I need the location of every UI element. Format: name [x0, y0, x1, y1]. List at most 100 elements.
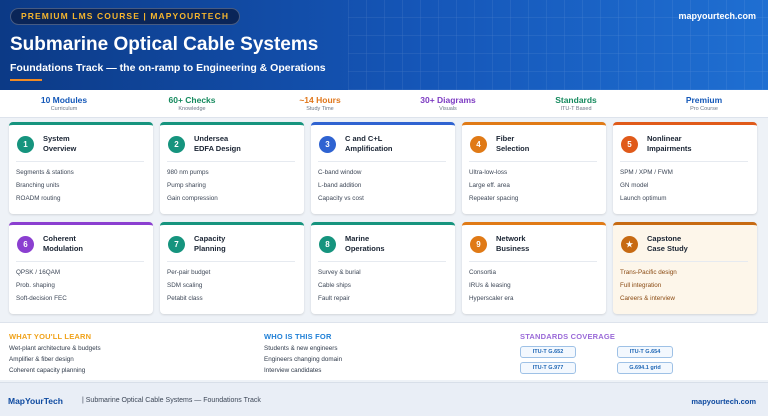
card-divider — [318, 261, 446, 262]
stat-value: 60+ Checks — [168, 95, 216, 105]
learn-heading: WHAT YOU'LL LEARN — [9, 332, 92, 341]
stat-label: Visuals — [439, 106, 457, 112]
stat-checks: 60+ Checks Knowledge — [128, 95, 256, 112]
module-card-6[interactable]: 6 Coherent Modulation QPSK / 16QAM Prob. … — [9, 222, 153, 314]
site-link[interactable]: mapyourtech.com — [678, 11, 756, 21]
learn-item: Coherent capacity planning — [9, 367, 86, 374]
module-topic: Repeater spacing — [469, 195, 519, 202]
card-divider — [469, 161, 597, 162]
card-divider — [167, 161, 295, 162]
stat-value: Standards — [555, 95, 597, 105]
stat-label: ITU-T Based — [560, 106, 592, 112]
stat-label: Study Time — [306, 106, 334, 112]
module-number-badge: 7 — [168, 236, 185, 253]
module-topic: GN model — [620, 182, 649, 189]
module-number-badge: 9 — [470, 236, 487, 253]
module-card-3[interactable]: 3 C and C+L Amplification C-band window L… — [311, 122, 455, 214]
module-title: Coherent Modulation — [43, 234, 83, 253]
module-topic: 980 nm pumps — [167, 169, 209, 176]
module-topic: Segments & stations — [16, 169, 74, 176]
learn-item: Wet-plant architecture & budgets — [9, 345, 101, 352]
module-topic: Pump sharing — [167, 182, 206, 189]
module-topic: Gain compression — [167, 195, 218, 202]
module-topic: C-band window — [318, 169, 362, 176]
standard-tag: G.694.1 grid — [617, 362, 673, 374]
module-topic: Per-pair budget — [167, 269, 211, 276]
module-topic: Fault repair — [318, 295, 350, 302]
standard-tag: ITU-T G.654 — [617, 346, 673, 358]
module-topic: QPSK / 16QAM — [16, 269, 61, 276]
card-divider — [16, 261, 144, 262]
module-card-2[interactable]: 2 Undersea EDFA Design 980 nm pumps Pump … — [160, 122, 304, 214]
module-number-badge: 1 — [17, 136, 34, 153]
module-card-1[interactable]: 1 System Overview Segments & stations Bra… — [9, 122, 153, 214]
module-topic: Trans-Pacific design — [620, 269, 677, 276]
module-title: Capacity Planning — [194, 234, 226, 253]
stat-value: Premium — [685, 95, 723, 105]
module-topic: SDM scaling — [167, 282, 203, 289]
title-accent-line — [10, 79, 42, 81]
module-topic: IRUs & leasing — [469, 282, 511, 289]
module-title: Network Business — [496, 234, 530, 253]
footer-site-link[interactable]: mapyourtech.com — [691, 397, 756, 406]
learn-item: Amplifier & fiber design — [9, 356, 74, 363]
module-topic: Hyperscaler era — [469, 295, 514, 302]
module-card-9[interactable]: 9 Network Business Consortia IRUs & leasi… — [462, 222, 606, 314]
course-badge: PREMIUM LMS COURSE | MAPYOURTECH — [10, 8, 241, 25]
module-title: Nonlinear Impairments — [647, 134, 692, 153]
module-number-badge: 8 — [319, 236, 336, 253]
audience-item: Engineers changing domain — [264, 356, 343, 363]
card-divider — [318, 161, 446, 162]
module-topic: Large eff. area — [469, 182, 510, 189]
module-number-badge: 3 — [319, 136, 336, 153]
module-topic: Cable ships — [318, 282, 351, 289]
module-topic: L-band addition — [318, 182, 362, 189]
module-title: System Overview — [43, 134, 77, 153]
module-topic: Prob. shaping — [16, 282, 55, 289]
module-card-7[interactable]: 7 Capacity Planning Per-pair budget SDM s… — [160, 222, 304, 314]
module-card-8[interactable]: 8 Marine Operations Survey & burial Cable… — [311, 222, 455, 314]
module-number-badge: 2 — [168, 136, 185, 153]
standard-tag: ITU-T G.977 — [520, 362, 576, 374]
stat-label: Curriculum — [50, 106, 78, 112]
stat-modules: 10 Modules Curriculum — [0, 95, 128, 112]
stat-premium: Premium Pro Course — [640, 95, 768, 112]
stat-label: Knowledge — [178, 106, 206, 112]
stat-hours: ~14 Hours Study Time — [256, 95, 384, 112]
module-topic: Consortia — [469, 269, 496, 276]
card-divider — [620, 161, 748, 162]
module-card-capstone[interactable]: ★ Capstone Case Study Trans-Pacific desig… — [613, 222, 757, 314]
standard-tag: ITU-T G.652 — [520, 346, 576, 358]
stat-label: Pro Course — [690, 106, 718, 112]
standards-heading: STANDARDS COVERAGE — [520, 332, 616, 341]
module-topic: ROADM routing — [16, 195, 61, 202]
course-info-section: WHAT YOU'LL LEARN Wet-plant architecture… — [0, 322, 768, 380]
module-topic: Capacity vs cost — [318, 195, 364, 202]
course-header: PREMIUM LMS COURSE | MAPYOURTECH mapyour… — [0, 0, 768, 90]
module-topic: Ultra-low-loss — [469, 169, 508, 176]
module-number-badge: 6 — [17, 236, 34, 253]
module-topic: Careers & interview — [620, 295, 675, 302]
module-number-badge: 4 — [470, 136, 487, 153]
module-title: C and C+L Amplification — [345, 134, 393, 153]
footer-brand[interactable]: MapYourTech — [8, 396, 63, 406]
module-title: Marine Operations — [345, 234, 385, 253]
card-divider — [16, 161, 144, 162]
module-title: Capstone Case Study — [647, 234, 688, 253]
module-topic: Petabit class — [167, 295, 203, 302]
audience-item: Interview candidates — [264, 367, 322, 374]
module-topic: Soft-decision FEC — [16, 295, 67, 302]
module-topic: SPM / XPM / FWM — [620, 169, 673, 176]
module-card-4[interactable]: 4 Fiber Selection Ultra-low-loss Large ef… — [462, 122, 606, 214]
page-subtitle: Foundations Track — the on-ramp to Engin… — [10, 62, 326, 74]
stat-value: ~14 Hours — [299, 95, 341, 105]
module-title: Fiber Selection — [496, 134, 530, 153]
module-topic: Full integration — [620, 282, 662, 289]
stat-diagrams: 30+ Diagrams Visuals — [384, 95, 512, 112]
card-divider — [620, 261, 748, 262]
page-footer: MapYourTech | Submarine Optical Cable Sy… — [0, 382, 768, 416]
module-topic: Launch optimum — [620, 195, 667, 202]
page-title: Submarine Optical Cable Systems — [10, 34, 319, 55]
stat-value: 10 Modules — [40, 95, 88, 105]
module-card-5[interactable]: 5 Nonlinear Impairments SPM / XPM / FWM G… — [613, 122, 757, 214]
